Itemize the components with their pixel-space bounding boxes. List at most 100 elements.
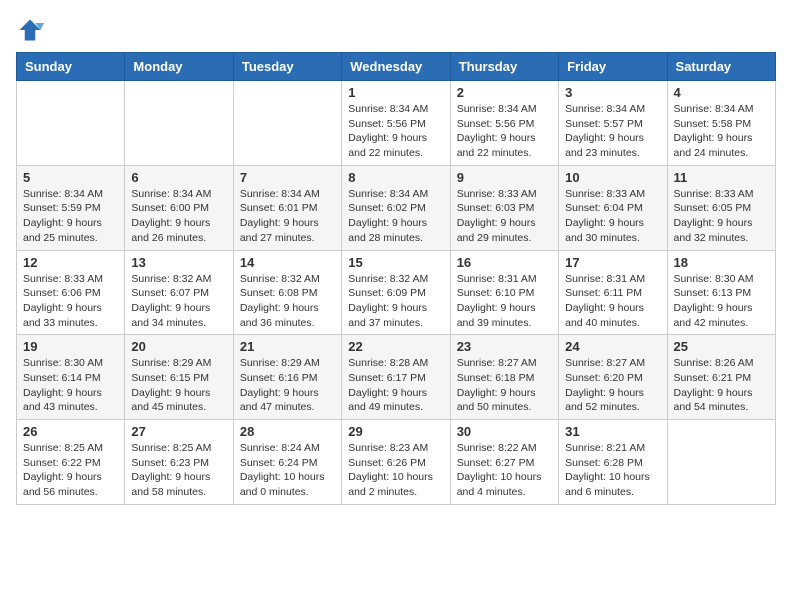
- calendar-cell: 12 Sunrise: 8:33 AMSunset: 6:06 PMDayligh…: [17, 250, 125, 335]
- calendar-cell: 19Sunrise: 8:30 AMSunset: 6:14 PMDayligh…: [17, 335, 125, 420]
- day-of-week-header: Saturday: [667, 53, 775, 81]
- calendar-cell: 18Sunrise: 8:30 AMSunset: 6:13 PMDayligh…: [667, 250, 775, 335]
- cell-line: Sunrise: 8:27 AM: [565, 357, 645, 369]
- calendar-cell: 25Sunrise: 8:26 AMSunset: 6:21 PMDayligh…: [667, 335, 775, 420]
- calendar-cell: 7Sunrise: 8:34 AMSunset: 6:01 PMDaylight…: [233, 165, 341, 250]
- cell-line: and 6 minutes.: [565, 486, 634, 498]
- cell-line: Sunset: 6:26 PM: [348, 457, 426, 469]
- cell-line: Sunset: 6:15 PM: [131, 372, 209, 384]
- calendar-cell: 23Sunrise: 8:27 AMSunset: 6:18 PMDayligh…: [450, 335, 558, 420]
- cell-line: Sunset: 6:17 PM: [348, 372, 426, 384]
- day-number: 11: [674, 170, 769, 185]
- calendar-cell: [125, 81, 233, 166]
- cell-line: Sunset: 5:57 PM: [565, 118, 643, 130]
- logo: [16, 16, 48, 44]
- cell-line: Sunrise: 8:34 AM: [348, 103, 428, 115]
- calendar-cell: [17, 81, 125, 166]
- day-number: 15: [348, 255, 443, 270]
- day-number: 24: [565, 339, 660, 354]
- cell-content: Sunrise: 8:33 AMSunset: 6:03 PMDaylight:…: [457, 187, 552, 246]
- cell-line: Daylight: 9 hours: [565, 217, 644, 229]
- cell-content: Sunrise: 8:30 AMSunset: 6:14 PMDaylight:…: [23, 356, 118, 415]
- day-number: 5: [23, 170, 118, 185]
- cell-line: Sunrise: 8:32 AM: [348, 273, 428, 285]
- day-number: 2: [457, 85, 552, 100]
- day-number: 6: [131, 170, 226, 185]
- calendar-cell: 14Sunrise: 8:32 AMSunset: 6:08 PMDayligh…: [233, 250, 341, 335]
- cell-line: Sunrise: 8:29 AM: [131, 357, 211, 369]
- cell-line: Sunset: 6:16 PM: [240, 372, 318, 384]
- cell-line: and 33 minutes.: [23, 317, 98, 329]
- cell-content: Sunrise: 8:23 AMSunset: 6:26 PMDaylight:…: [348, 441, 443, 500]
- cell-line: Sunrise: 8:34 AM: [565, 103, 645, 115]
- cell-line: and 0 minutes.: [240, 486, 309, 498]
- cell-line: Sunset: 6:06 PM: [23, 287, 101, 299]
- cell-content: Sunrise: 8:34 AM Sunset: 5:57 PM Daylight:…: [565, 102, 660, 161]
- cell-line: Sunset: 6:07 PM: [131, 287, 209, 299]
- cell-line: and 2 minutes.: [348, 486, 417, 498]
- calendar-cell: 4Sunrise: 8:34 AMSunset: 5:58 PMDaylight…: [667, 81, 775, 166]
- cell-content: Sunrise: 8:29 AMSunset: 6:16 PMDaylight:…: [240, 356, 335, 415]
- cell-line: Sunrise: 8:33 AM: [674, 188, 754, 200]
- cell-line: Daylight: 10 hours: [240, 471, 325, 483]
- cell-line: and 22 minutes.: [457, 147, 532, 159]
- cell-content: Sunrise: 8:29 AM Sunset: 6:15 PM Daylight:…: [131, 356, 226, 415]
- cell-line: and 45 minutes.: [131, 401, 206, 413]
- cell-line: Sunset: 6:22 PM: [23, 457, 101, 469]
- cell-content: Sunrise: 8:34 AM Sunset: 5:56 PM Daylight:…: [457, 102, 552, 161]
- cell-line: Daylight: 10 hours: [348, 471, 433, 483]
- calendar-cell: 9Sunrise: 8:33 AMSunset: 6:03 PMDaylight…: [450, 165, 558, 250]
- day-number: 7: [240, 170, 335, 185]
- cell-line: and 52 minutes.: [565, 401, 640, 413]
- day-number: 23: [457, 339, 552, 354]
- cell-content: Sunrise: 8:34 AMSunset: 5:56 PMDaylight:…: [348, 102, 443, 161]
- cell-line: Sunset: 6:01 PM: [240, 202, 318, 214]
- cell-line: Sunrise: 8:34 AM: [457, 103, 537, 115]
- cell-line: Daylight: 9 hours: [565, 132, 644, 144]
- cell-content: Sunrise: 8:33 AMSunset: 6:04 PMDaylight:…: [565, 187, 660, 246]
- cell-content: Sunrise: 8:31 AMSunset: 6:10 PMDaylight:…: [457, 272, 552, 331]
- cell-line: and 50 minutes.: [457, 401, 532, 413]
- cell-line: Daylight: 9 hours: [565, 387, 644, 399]
- cell-line: Daylight: 9 hours: [457, 132, 536, 144]
- cell-line: Daylight: 9 hours: [23, 471, 102, 483]
- day-number: 13: [131, 255, 226, 270]
- calendar-cell: 8Sunrise: 8:34 AMSunset: 6:02 PMDaylight…: [342, 165, 450, 250]
- cell-line: Daylight: 9 hours: [240, 302, 319, 314]
- day-number: 8: [348, 170, 443, 185]
- cell-line: Daylight: 9 hours: [674, 132, 753, 144]
- day-of-week-header: Thursday: [450, 53, 558, 81]
- cell-content: Sunrise: 8:25 AMSunset: 6:23 PMDaylight:…: [131, 441, 226, 500]
- cell-line: Sunrise: 8:32 AM: [240, 273, 320, 285]
- calendar-week-row: 19Sunrise: 8:30 AMSunset: 6:14 PMDayligh…: [17, 335, 776, 420]
- day-number: 12: [23, 255, 118, 270]
- cell-line: Sunset: 6:10 PM: [457, 287, 535, 299]
- cell-line: and 49 minutes.: [348, 401, 423, 413]
- cell-line: Sunrise: 8:32 AM: [131, 273, 211, 285]
- cell-content: Sunrise: 8:32 AMSunset: 6:09 PMDaylight:…: [348, 272, 443, 331]
- cell-line: Sunset: 5:56 PM: [348, 118, 426, 130]
- calendar-week-row: 26Sunrise: 8:25 AMSunset: 6:22 PMDayligh…: [17, 420, 776, 505]
- day-of-week-header: Friday: [559, 53, 667, 81]
- cell-line: Daylight: 9 hours: [23, 387, 102, 399]
- cell-content: Sunrise: 8:34 AMSunset: 5:58 PMDaylight:…: [674, 102, 769, 161]
- cell-content: Sunrise: 8:33 AMSunset: 6:06 PMDaylight:…: [23, 272, 118, 331]
- cell-line: Daylight: 9 hours: [131, 387, 210, 399]
- calendar-cell: 6Sunrise: 8:34 AMSunset: 6:00 PMDaylight…: [125, 165, 233, 250]
- cell-line: Sunrise: 8:25 AM: [23, 442, 103, 454]
- calendar-cell: 27Sunrise: 8:25 AMSunset: 6:23 PMDayligh…: [125, 420, 233, 505]
- cell-line: Sunrise: 8:34 AM: [240, 188, 320, 200]
- day-number: 10: [565, 170, 660, 185]
- cell-line: and 37 minutes.: [348, 317, 423, 329]
- cell-line: and 22 minutes.: [348, 147, 423, 159]
- cell-line: Sunset: 5:56 PM: [457, 118, 535, 130]
- cell-line: and 4 minutes.: [457, 486, 526, 498]
- cell-line: Daylight: 9 hours: [674, 387, 753, 399]
- cell-content: Sunrise: 8:25 AM Sunset: 6:22 PM Daylight:…: [23, 441, 118, 500]
- calendar-cell: 10 Sunrise: 8:33 AMSunset: 6:04 PMDayligh…: [559, 165, 667, 250]
- cell-line: and 39 minutes.: [457, 317, 532, 329]
- cell-line: Sunrise: 8:33 AM: [565, 188, 645, 200]
- cell-line: and 43 minutes.: [23, 401, 98, 413]
- calendar-week-row: 5Sunrise: 8:34 AMSunset: 5:59 PMDaylight…: [17, 165, 776, 250]
- cell-line: Daylight: 9 hours: [131, 217, 210, 229]
